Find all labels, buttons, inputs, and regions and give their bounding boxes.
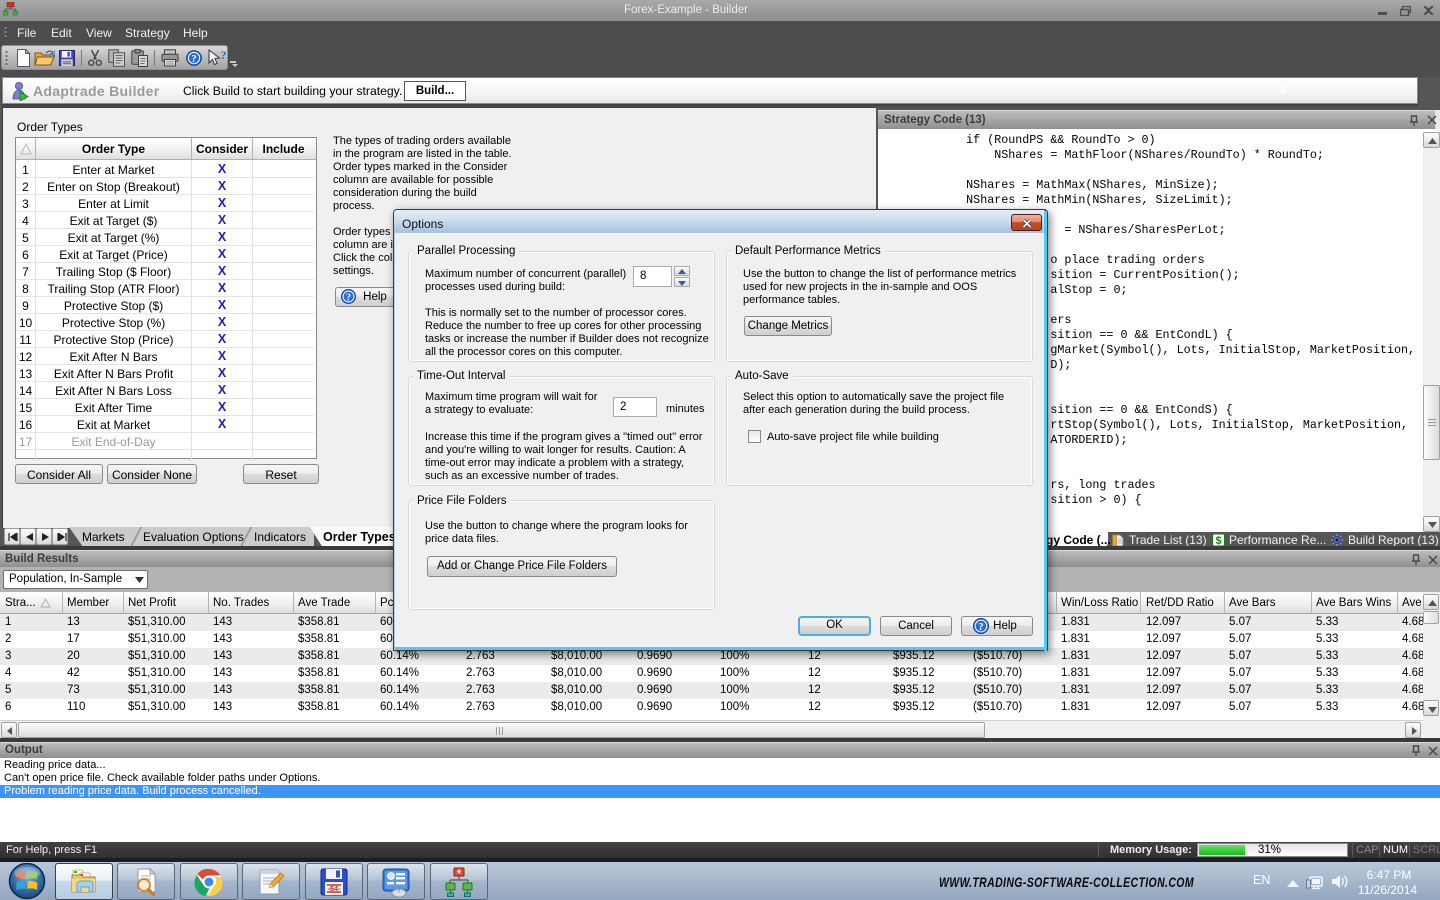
svg-text:?: ? — [346, 292, 351, 303]
svg-text:?: ? — [191, 54, 196, 65]
svg-text:?: ? — [221, 49, 227, 62]
svg-text:?: ? — [978, 621, 983, 633]
svg-text:-64-: -64- — [327, 884, 341, 893]
